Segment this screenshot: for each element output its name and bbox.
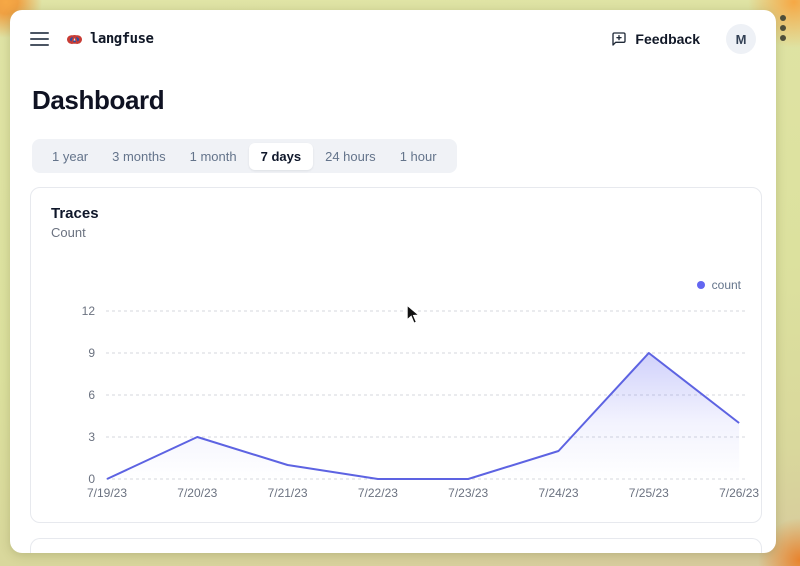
y-axis-tick: 3 <box>88 430 95 444</box>
app-window: langfuse Feedback M Dashboard 1 year 3 m… <box>10 10 776 553</box>
traces-chart-svg: 0 3 6 9 12 7/19/23 7/20/23 7/21/23 7/22/23 7/23/2… <box>31 288 763 518</box>
y-axis-tick: 9 <box>88 346 95 360</box>
frame-dots-menu[interactable] <box>780 15 788 41</box>
y-axis-tick: 12 <box>82 304 96 318</box>
dot-icon <box>780 15 786 21</box>
tab-1-month[interactable]: 1 month <box>178 143 249 170</box>
tab-3-months[interactable]: 3 months <box>100 143 177 170</box>
tab-24-hours[interactable]: 24 hours <box>313 143 388 170</box>
tab-7-days[interactable]: 7 days <box>249 143 313 170</box>
logo-wordmark: langfuse <box>90 31 153 47</box>
dot-icon <box>780 25 786 31</box>
tab-1-hour[interactable]: 1 hour <box>388 143 449 170</box>
x-axis-tick: 7/22/23 <box>358 486 398 500</box>
feedback-label: Feedback <box>635 31 700 47</box>
y-axis-tick: 0 <box>88 472 95 486</box>
x-axis-tick: 7/24/23 <box>538 486 578 500</box>
series-area <box>107 353 739 479</box>
tab-1-year[interactable]: 1 year <box>40 143 100 170</box>
next-card-partial <box>30 538 762 553</box>
page-title: Dashboard <box>32 85 164 116</box>
hamburger-menu-icon[interactable] <box>30 32 49 46</box>
x-axis-tick: 7/21/23 <box>268 486 308 500</box>
user-avatar[interactable]: M <box>726 24 756 54</box>
time-range-tabs: 1 year 3 months 1 month 7 days 24 hours … <box>32 139 457 173</box>
card-subtitle: Count <box>51 225 761 240</box>
x-axis-tick: 7/20/23 <box>177 486 217 500</box>
top-bar: langfuse Feedback M <box>10 10 776 68</box>
x-axis-tick: 7/25/23 <box>629 486 669 500</box>
x-axis-tick: 7/26/23 <box>719 486 759 500</box>
dot-icon <box>780 35 786 41</box>
x-axis-tick: 7/23/23 <box>448 486 488 500</box>
card-title: Traces <box>51 205 761 222</box>
langfuse-logo[interactable]: langfuse <box>66 31 153 48</box>
traces-card: Traces Count count 0369127/19/237/20/237… <box>30 187 762 523</box>
message-square-plus-icon <box>611 31 627 47</box>
x-axis-tick: 7/19/23 <box>87 486 127 500</box>
knot-icon <box>66 31 83 48</box>
feedback-button[interactable]: Feedback <box>601 25 710 53</box>
y-axis-tick: 6 <box>88 388 95 402</box>
